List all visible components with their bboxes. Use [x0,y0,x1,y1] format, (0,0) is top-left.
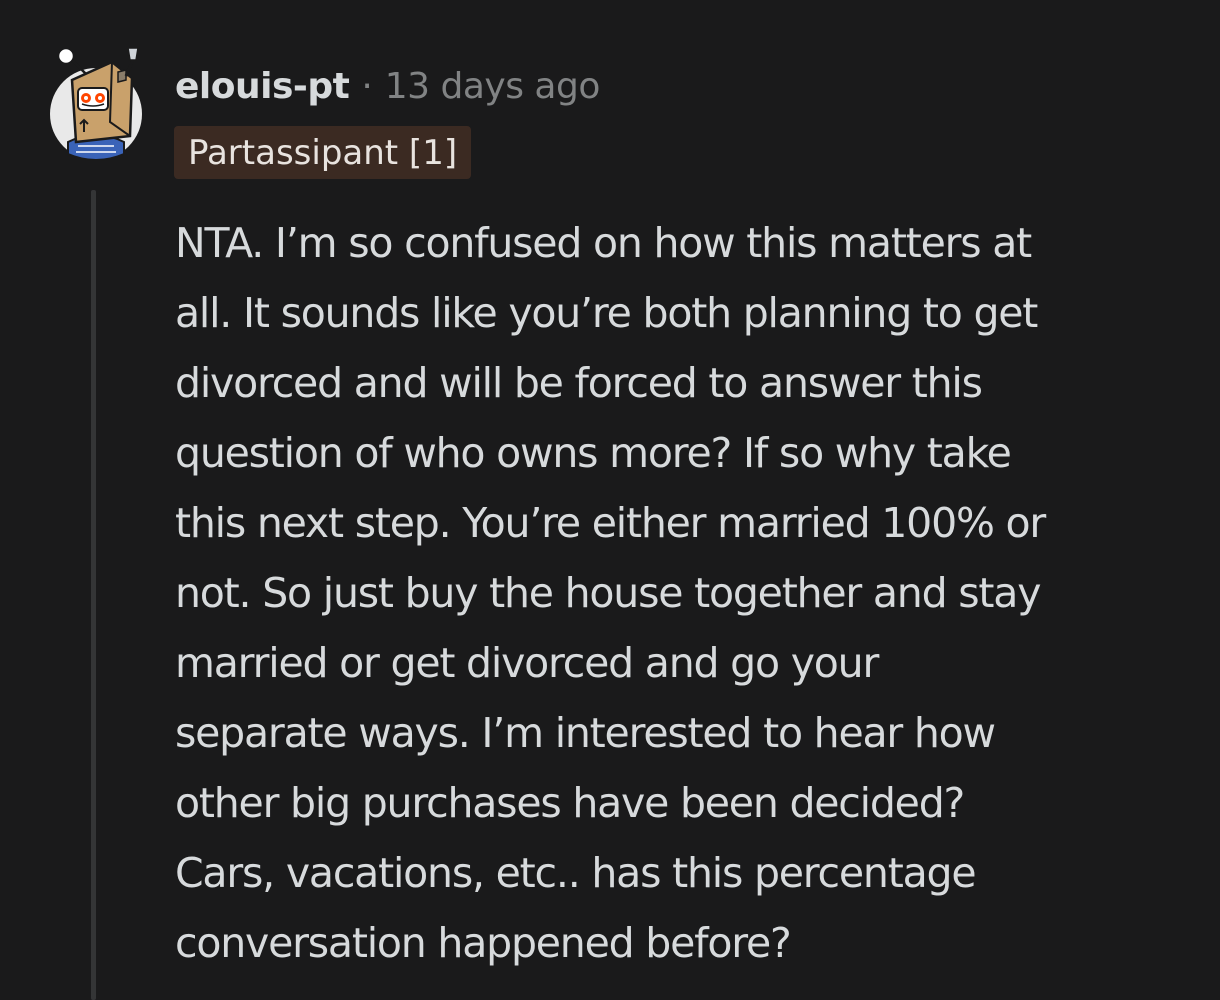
username-link[interactable]: elouis-pt [175,66,350,107]
meta-separator: · [361,65,373,107]
comment-body-line: divorced and will be forced to answer th… [175,359,983,407]
comment-body-line: this next step. You’re either married 10… [175,499,1046,547]
comment-body-line: not. So just buy the house together and … [175,569,1041,617]
comment: elouis-pt · 13 days ago Partassipant [1]… [0,0,1220,1000]
comment-body-line: separate ways. I’m interested to hear ho… [175,709,996,757]
thread-collapse-line[interactable] [91,190,96,1000]
comment-body: NTA. I’m so confused on how this matters… [175,208,1175,978]
comment-meta: elouis-pt · 13 days ago [175,62,600,110]
comment-body-line: NTA. I’m so confused on how this matters… [175,219,1032,267]
comment-body-line: other big purchases have been decided? [175,779,965,827]
timestamp-link[interactable]: 13 days ago [385,66,601,107]
comment-body-line: Cars, vacations, etc.. has this percenta… [175,849,977,897]
snoo-box-head-avatar-icon [50,46,142,161]
comment-body-line: all. It sounds like you’re both planning… [175,289,1038,337]
comment-body-line: question of who owns more? If so why tak… [175,429,1012,477]
user-avatar[interactable] [46,42,150,164]
user-flair: Partassipant [1] [174,126,472,179]
comment-body-line: married or get divorced and go your [175,639,879,687]
comment-body-line: conversation happened before? [175,919,792,967]
